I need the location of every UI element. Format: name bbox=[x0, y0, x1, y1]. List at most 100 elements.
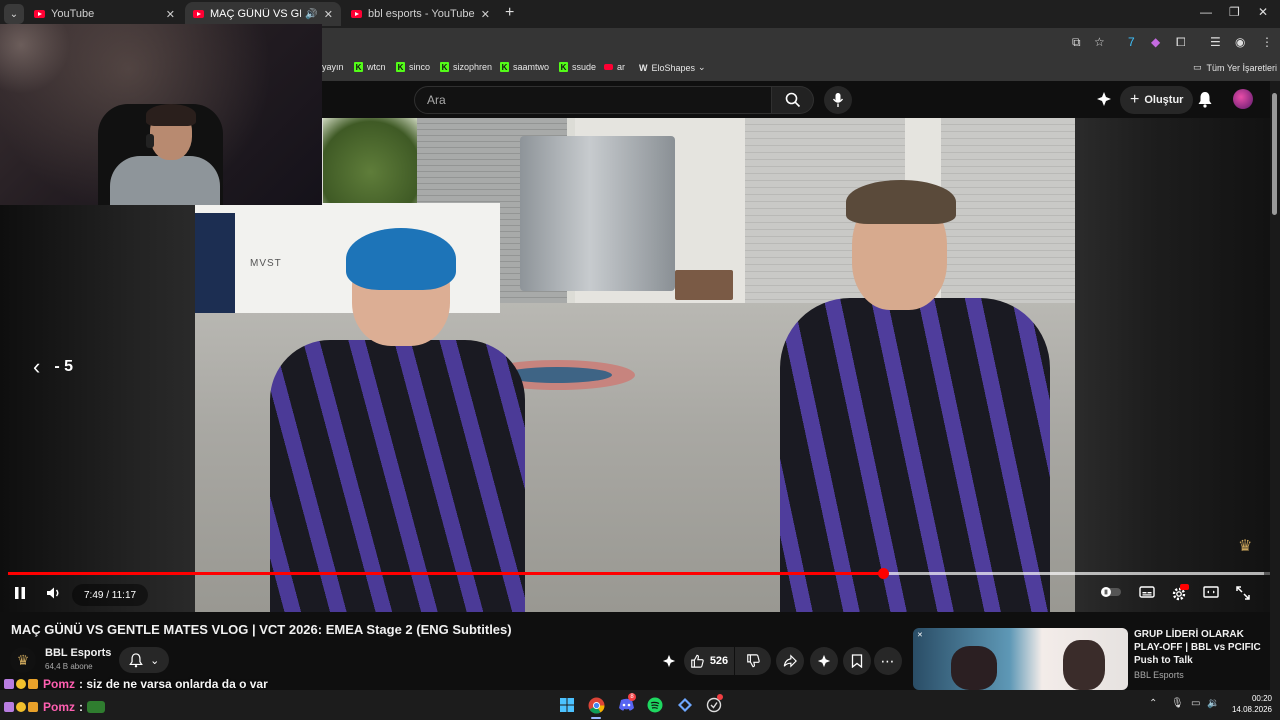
close-tab-icon[interactable]: ✕ bbox=[324, 8, 333, 21]
system-clock[interactable]: 00:20 14.08.2026 bbox=[1222, 693, 1272, 715]
minimize-icon[interactable]: — bbox=[1200, 5, 1212, 19]
ask-ai-button[interactable] bbox=[662, 654, 676, 673]
extension-7tv-icon[interactable]: 7 bbox=[1128, 35, 1135, 49]
notification-dot-icon bbox=[717, 694, 723, 700]
subscription-bell-button[interactable]: ⌄ bbox=[119, 647, 169, 673]
settings-button[interactable] bbox=[1171, 584, 1189, 602]
progress-bar[interactable] bbox=[8, 568, 1270, 579]
chevron-down-icon: ⌄ bbox=[150, 654, 160, 667]
pause-button[interactable] bbox=[14, 586, 26, 600]
search-icon bbox=[785, 92, 800, 108]
bookmark-item[interactable]: Ksizophren bbox=[440, 62, 492, 72]
close-tab-icon[interactable]: ✕ bbox=[481, 8, 490, 21]
autoplay-toggle[interactable] bbox=[1100, 586, 1122, 598]
recommended-thumbnail[interactable]: ✕ bbox=[913, 628, 1128, 690]
microphone-tray-icon[interactable]: 🎙 bbox=[1171, 698, 1184, 709]
ai-summary-button[interactable] bbox=[810, 647, 838, 675]
bookmark-label: sizophren bbox=[453, 62, 493, 72]
player-controls: 7:49 / 11:17 bbox=[0, 580, 1270, 612]
app-taskbar-icon[interactable] bbox=[675, 695, 695, 715]
tab-title: YouTube bbox=[51, 8, 95, 20]
chevron-left-icon: ‹ bbox=[33, 354, 41, 379]
tab-youtube[interactable]: YouTube ✕ bbox=[26, 2, 183, 26]
maximize-icon[interactable]: ❐ bbox=[1229, 5, 1240, 19]
chrome-taskbar-icon[interactable] bbox=[586, 695, 606, 719]
youtube-favicon-icon bbox=[34, 10, 45, 18]
all-bookmarks-button[interactable]: ▭ Tüm Yer İşaretleri bbox=[1193, 62, 1277, 73]
install-app-icon[interactable]: ⧉ bbox=[1072, 35, 1081, 50]
spotify-taskbar-icon[interactable] bbox=[645, 695, 665, 715]
voice-search-button[interactable] bbox=[824, 86, 852, 114]
all-bookmarks-label: Tüm Yer İşaretleri bbox=[1206, 62, 1278, 73]
channel-avatar[interactable]: ♛ bbox=[10, 647, 36, 673]
search-button[interactable] bbox=[772, 86, 814, 114]
chat-badge-icon bbox=[16, 679, 26, 689]
app-taskbar-icon[interactable] bbox=[704, 694, 724, 715]
like-button[interactable]: 526 bbox=[684, 647, 734, 675]
extension-icon[interactable]: ◆ bbox=[1151, 35, 1160, 49]
volume-tray-icon[interactable]: 🔉 bbox=[1207, 698, 1219, 709]
autoplay-icon bbox=[1101, 587, 1121, 597]
save-button[interactable] bbox=[843, 647, 871, 675]
channel-watermark-icon[interactable]: ♛ bbox=[1238, 536, 1260, 556]
reading-list-icon[interactable]: ☰ bbox=[1210, 35, 1221, 49]
bookmark-item[interactable]: ar bbox=[604, 62, 625, 72]
bookmark-star-icon[interactable]: ☆ bbox=[1094, 35, 1105, 49]
extensions-puzzle-icon[interactable]: ⧠ bbox=[1176, 35, 1186, 50]
bookmark-item[interactable]: Kssude bbox=[559, 62, 596, 72]
volume-button[interactable] bbox=[46, 586, 62, 600]
audio-playing-icon[interactable]: 🔊 bbox=[305, 9, 317, 20]
webcam-person-hair bbox=[146, 104, 196, 126]
kick-icon: K bbox=[559, 62, 568, 72]
discord-taskbar-icon[interactable]: 8 bbox=[616, 693, 636, 715]
fullscreen-icon bbox=[1236, 586, 1250, 600]
sparkle-icon bbox=[817, 654, 831, 668]
chat-badge-icon bbox=[4, 702, 14, 712]
youtube-favicon-icon bbox=[193, 10, 204, 18]
bookmark-label: sinco bbox=[409, 62, 431, 72]
notifications-bell-icon[interactable] bbox=[1197, 91, 1213, 113]
thumbs-up-icon bbox=[690, 654, 704, 668]
ask-ai-icon[interactable] bbox=[1096, 91, 1112, 112]
chat-username: Pomz bbox=[43, 677, 76, 691]
dislike-button[interactable] bbox=[735, 647, 771, 675]
share-button[interactable] bbox=[776, 647, 804, 675]
bookmark-item[interactable]: yayın bbox=[322, 62, 344, 72]
fullscreen-button[interactable] bbox=[1236, 586, 1250, 600]
windows-start-icon[interactable] bbox=[557, 695, 577, 715]
tray-overflow-icon[interactable]: ⌃ bbox=[1149, 698, 1157, 709]
volume-icon bbox=[47, 587, 59, 599]
eloshapes-icon: W bbox=[639, 62, 648, 73]
more-actions-button[interactable]: ⋯ bbox=[874, 647, 902, 675]
recommended-video[interactable]: ✕ GRUP LİDERİ OLARAK PLAY-OFF | BBL vs P… bbox=[913, 628, 1270, 690]
network-tray-icon[interactable]: ▭ bbox=[1191, 698, 1200, 709]
new-tab-button[interactable]: + bbox=[505, 4, 514, 22]
create-button[interactable]: + Oluştur bbox=[1120, 86, 1194, 114]
browser-menu-icon[interactable]: ⋮ bbox=[1261, 35, 1273, 49]
windows-taskbar: 8 ⌃ 🎙 ▭ 🔉 00:20 14.08.2026 bbox=[0, 690, 1280, 720]
bookmark-item[interactable]: W EloShapes ⌄ bbox=[639, 62, 706, 73]
page-scrollbar[interactable] bbox=[1270, 81, 1280, 690]
tab-search-icon[interactable]: ⌄ bbox=[4, 4, 24, 24]
bookmark-item[interactable]: Ksinco bbox=[396, 62, 430, 72]
subtitles-button[interactable] bbox=[1139, 586, 1155, 598]
channel-name[interactable]: BBL Esports bbox=[45, 647, 111, 659]
bookmark-item[interactable]: Kwtcn bbox=[354, 62, 386, 72]
tab-title: bbl esports - YouTube bbox=[368, 8, 475, 20]
recommended-title[interactable]: GRUP LİDERİ OLARAK PLAY-OFF | BBL vs PCI… bbox=[1134, 628, 1270, 667]
kick-icon: K bbox=[354, 62, 363, 72]
close-window-icon[interactable]: ✕ bbox=[1258, 5, 1268, 19]
tab-active-video[interactable]: MAÇ GÜNÜ VS GENTLE MATES 🔊 ✕ bbox=[185, 2, 341, 26]
user-avatar[interactable] bbox=[1233, 89, 1253, 109]
search-input[interactable]: Ara bbox=[414, 86, 772, 114]
theater-mode-button[interactable] bbox=[1203, 586, 1219, 598]
tab-bbl-esports[interactable]: bbl esports - YouTube ✕ bbox=[343, 2, 498, 26]
bookmark-icon bbox=[851, 654, 863, 668]
scrollbar-thumb[interactable] bbox=[1272, 93, 1277, 215]
profile-icon[interactable]: ◉ bbox=[1235, 35, 1245, 49]
bookmark-item[interactable]: Ksaamtwo bbox=[500, 62, 549, 72]
bookmark-label: saamtwo bbox=[513, 62, 550, 72]
video-frame[interactable]: MVST bbox=[195, 118, 1075, 612]
time-text: 7:49 / 11:17 bbox=[84, 589, 137, 601]
close-tab-icon[interactable]: ✕ bbox=[166, 8, 175, 21]
